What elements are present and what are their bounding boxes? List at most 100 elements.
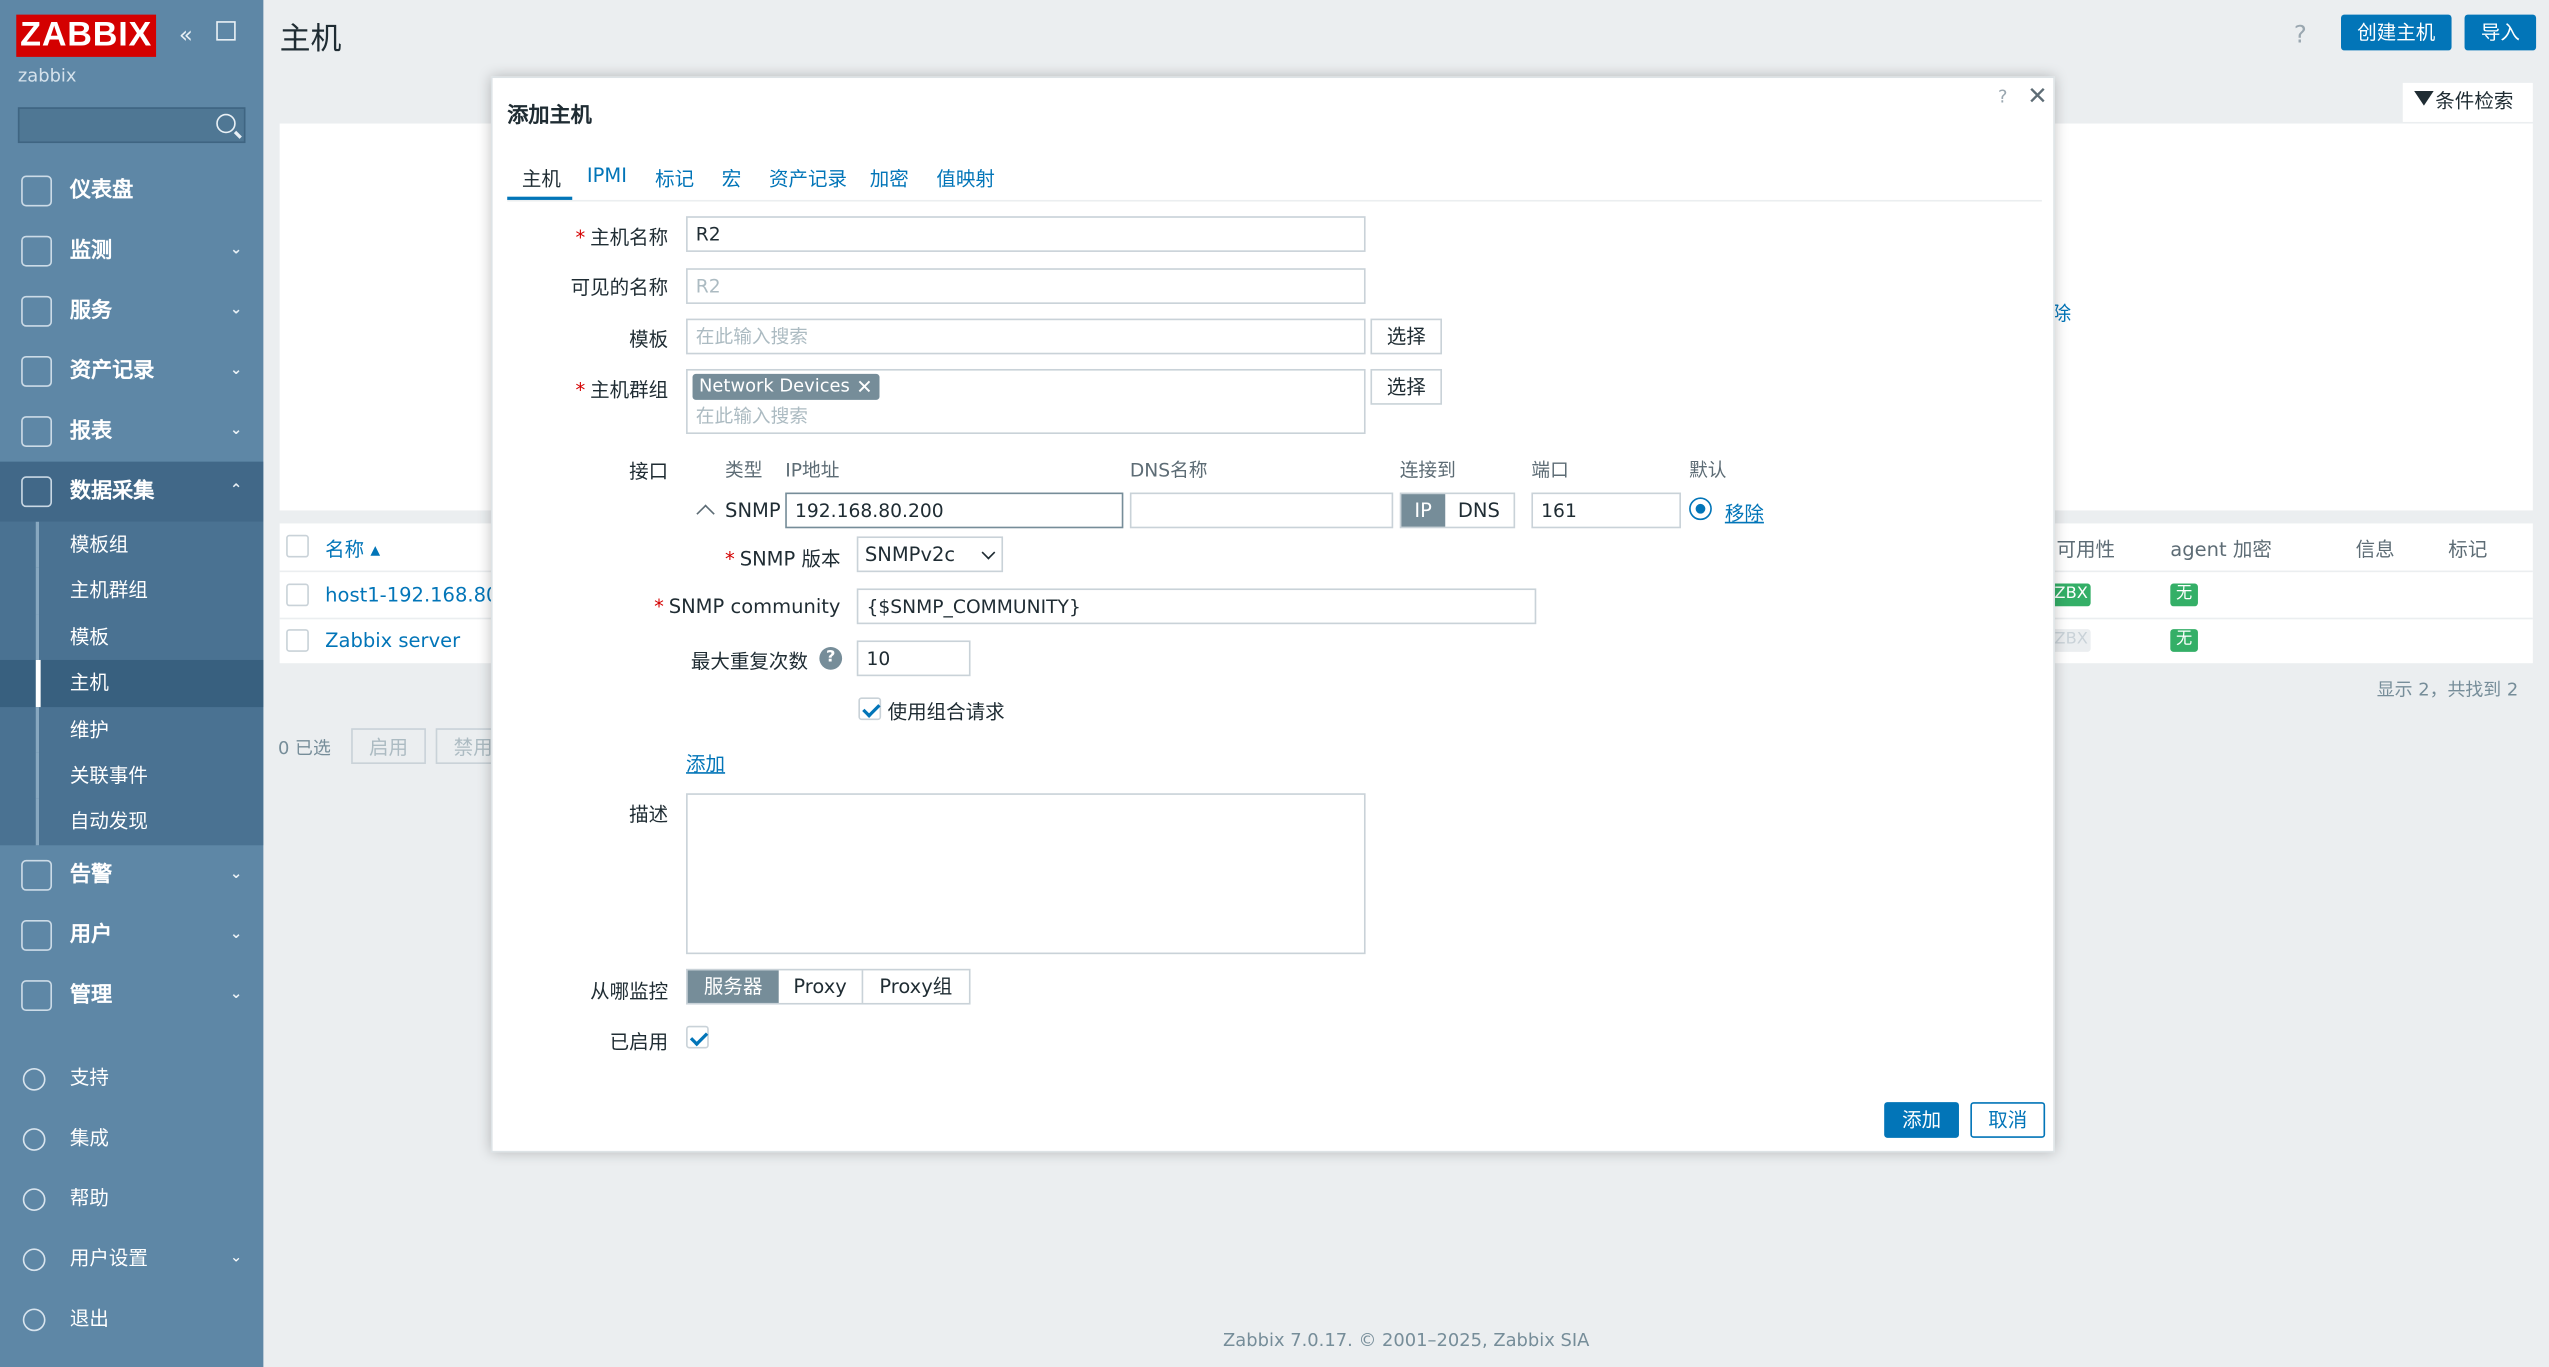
kiosk-mode-icon[interactable] (216, 21, 236, 41)
cancel-button[interactable]: 取消 (1970, 1102, 2046, 1138)
search-icon[interactable] (216, 113, 236, 134)
host-link[interactable]: Zabbix server (325, 629, 460, 652)
enable-button[interactable]: 启用 (351, 728, 426, 764)
menu-item-data-collection[interactable]: 数据采集 ⌃ (0, 461, 264, 522)
help-question-icon[interactable]: ? (819, 646, 843, 670)
sidebar-search-input[interactable] (17, 107, 246, 144)
templates-select-button[interactable]: 选择 (1370, 318, 1443, 355)
monitored-by-server[interactable]: 服务器 (687, 970, 779, 1003)
menu-item-dashboard[interactable]: 仪表盘 (0, 161, 263, 221)
submenu-hosts[interactable]: 主机 (0, 660, 264, 708)
menu-item-alerts[interactable]: 告警 ⌄ (0, 845, 263, 905)
main-menu: 仪表盘 监测 ⌄ 服务 ⌄ 资产记录 ⌄ 报表 ⌄ 数据采集 ⌃ 模板组 主机群组 模板 … (0, 161, 264, 1025)
import-button[interactable]: 导入 (2464, 14, 2537, 51)
host-groups-multiselect[interactable]: Network Devices ✕ 在此输入搜索 (686, 368, 1366, 435)
submenu-event-correlation[interactable]: 关联事件 (0, 752, 263, 800)
sidebar: ZABBIX « zabbix 仪表盘 监测 ⌄ 服务 ⌄ 资产记录 ⌄ 报表 ⌄ 数据… (0, 0, 264, 1367)
menu-item-services[interactable]: 服务 ⌄ (0, 281, 263, 341)
snmp-version-select[interactable]: SNMPv2c (856, 536, 1004, 573)
submenu-maintenance[interactable]: 维护 (0, 706, 263, 754)
create-host-button[interactable]: 创建主机 (2341, 14, 2452, 51)
templates-input[interactable]: 在此输入搜索 (686, 318, 1366, 355)
page-title: 主机 (279, 21, 342, 57)
host-groups-select-button[interactable]: 选择 (1370, 368, 1443, 405)
menu-label: 管理 (69, 982, 113, 1008)
menu-item-support[interactable]: 支持 (0, 1048, 263, 1108)
inventory-icon (21, 355, 53, 387)
row-checkbox[interactable] (286, 583, 309, 607)
description-textarea[interactable] (686, 793, 1366, 955)
menu-item-monitoring[interactable]: 监测 ⌄ (0, 221, 263, 281)
snmp-community-input[interactable]: {$SNMP_COMMUNITY} (856, 588, 1537, 625)
help-icon[interactable]: ? (2294, 20, 2307, 49)
close-icon[interactable]: ✕ (2027, 81, 2047, 110)
signout-icon (22, 1308, 46, 1332)
menu-label: 服务 (69, 299, 113, 324)
tab-value-mapping[interactable]: 值映射 (936, 164, 995, 192)
menu-label: 帮助 (69, 1186, 109, 1210)
iface-col-default: 默认 (1689, 458, 1727, 482)
menu-label: 支持 (69, 1066, 109, 1090)
row-checkbox[interactable] (286, 629, 309, 652)
host-name-label: * 主机名称 (575, 225, 669, 249)
dialog-help-icon[interactable]: ? (1998, 86, 2008, 107)
column-name[interactable]: 名称 ▴ (325, 535, 380, 563)
monitored-by-toggle[interactable]: 服务器 Proxy Proxy组 (686, 968, 971, 1005)
collapse-sidebar-icon[interactable]: « (179, 23, 193, 49)
menu-item-help[interactable]: 帮助 (0, 1169, 263, 1229)
iface-port-input[interactable]: 161 (1531, 492, 1681, 529)
collapse-interface-icon[interactable] (696, 504, 715, 523)
connect-ip-option[interactable]: IP (1401, 494, 1445, 527)
remove-chip-icon[interactable]: ✕ (856, 374, 872, 400)
description-label: 描述 (629, 802, 669, 826)
host-name-input[interactable]: R2 (686, 216, 1366, 252)
services-icon (21, 295, 53, 327)
iface-col-type: 类型 (725, 458, 763, 482)
tab-inventory[interactable]: 资产记录 (769, 164, 847, 192)
add-interface-link[interactable]: 添加 (686, 749, 725, 777)
menu-item-user-settings[interactable]: 用户设置 ⌄ (0, 1229, 263, 1289)
use-bulk-checkbox[interactable] (858, 697, 882, 721)
filter-icon (2414, 91, 2434, 106)
submenu-templates[interactable]: 模板 (0, 614, 263, 661)
enabled-checkbox[interactable] (686, 1025, 709, 1049)
tab-ipmi[interactable]: IPMI (587, 164, 627, 187)
host-groups-search[interactable]: 在此输入搜索 (696, 403, 808, 429)
zabbix-logo[interactable]: ZABBIX (16, 14, 157, 57)
submenu-host-groups[interactable]: 主机群组 (0, 567, 263, 615)
remove-interface-link[interactable]: 移除 (1725, 499, 1764, 527)
filter-tab[interactable]: 条件检索 (2402, 82, 2533, 122)
filter-label: 条件检索 (2435, 89, 2514, 113)
tab-host[interactable]: 主机 (522, 164, 561, 192)
monitored-by-proxy[interactable]: Proxy (779, 970, 864, 1003)
column-availability: 可用性 (2056, 538, 2116, 561)
visible-name-input[interactable]: R2 (686, 268, 1366, 304)
max-repetitions-input[interactable]: 10 (856, 640, 971, 677)
chevron-down-icon: ⌄ (229, 422, 243, 439)
menu-item-administration[interactable]: 管理 ⌄ (0, 965, 263, 1025)
default-interface-radio[interactable] (1689, 497, 1712, 521)
chevron-down-icon (981, 545, 996, 560)
add-button[interactable]: 添加 (1884, 1102, 1959, 1138)
snmp-community-label: * SNMP community (654, 594, 841, 618)
tab-tags[interactable]: 标记 (655, 164, 694, 192)
column-agent-encryption: agent 加密 (2170, 538, 2272, 561)
menu-label: 用户设置 (69, 1246, 148, 1270)
tab-encryption[interactable]: 加密 (870, 164, 909, 192)
tab-macros[interactable]: 宏 (722, 164, 742, 192)
monitored-by-proxy-group[interactable]: Proxy组 (863, 970, 968, 1003)
menu-label: 退出 (69, 1306, 109, 1330)
menu-item-inventory[interactable]: 资产记录 ⌄ (0, 341, 263, 401)
submenu-discovery[interactable]: 自动发现 (0, 798, 263, 846)
select-all-checkbox[interactable] (286, 534, 309, 558)
data-collection-icon (21, 476, 53, 508)
dialog-title: 添加主机 (507, 104, 592, 129)
iface-ip-input[interactable]: 192.168.80.200 (785, 492, 1124, 529)
menu-item-integrations[interactable]: 集成 (0, 1109, 263, 1169)
submenu-template-groups[interactable]: 模板组 (0, 521, 263, 569)
connect-to-toggle[interactable]: IP DNS (1399, 492, 1515, 529)
menu-item-users[interactable]: 用户 ⌄ (0, 905, 263, 965)
connect-dns-option[interactable]: DNS (1445, 494, 1513, 527)
menu-item-reports[interactable]: 报表 ⌄ (0, 401, 263, 461)
iface-dns-input[interactable] (1129, 492, 1394, 529)
